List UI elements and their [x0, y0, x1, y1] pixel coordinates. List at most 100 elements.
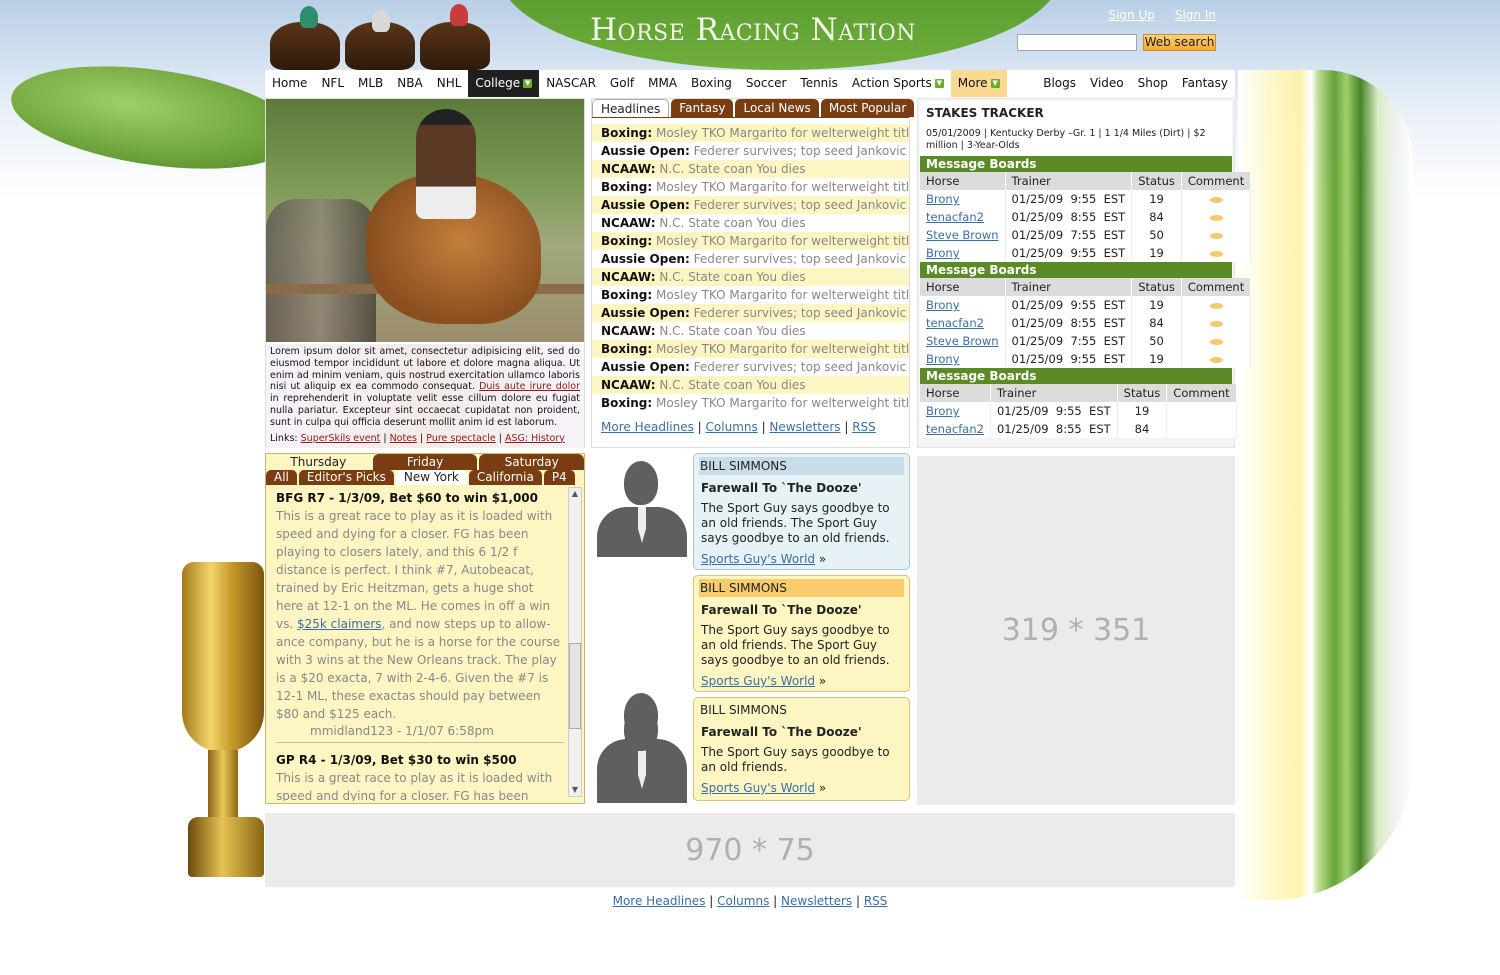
nav-soccer[interactable]: Soccer [739, 70, 793, 97]
sports-guys-world-link-text[interactable]: Sports Guy's World [701, 674, 815, 688]
headline-row[interactable]: Aussie Open: Federer survives; top seed … [592, 358, 909, 376]
tab-new-york[interactable]: New York [395, 470, 467, 485]
more-headlines-link[interactable]: More Headlines [601, 420, 694, 434]
nav-tennis[interactable]: Tennis [793, 70, 844, 97]
site-logo[interactable]: Horse Racing Nation [590, 12, 916, 48]
headline-text[interactable]: N.C. State coan You dies [659, 216, 805, 230]
comment-bubble-icon[interactable] [1209, 197, 1223, 203]
nav-boxing[interactable]: Boxing [684, 70, 739, 97]
sports-guys-world-link-text[interactable]: Sports Guy's World [701, 781, 815, 795]
nav-mma[interactable]: MMA [641, 70, 684, 97]
tab-editors-picks[interactable]: Editor's Picks [298, 470, 394, 485]
headline-row[interactable]: NCAAW: N.C. State coan You dies [592, 268, 909, 286]
footer-columns-link[interactable]: Columns [717, 894, 769, 908]
headline-row[interactable]: Boxing: Mosley TKO Margarito for welterw… [592, 178, 909, 196]
nav-fantasy[interactable]: Fantasy [1175, 70, 1235, 97]
comment-bubble-icon[interactable] [1209, 233, 1223, 239]
horse-link[interactable]: tenacfan2 [926, 316, 984, 330]
tab-fantasy[interactable]: Fantasy [671, 99, 734, 117]
sports-guys-world-link-text[interactable]: Sports Guy's World [701, 552, 815, 566]
nav-college[interactable]: College ▼ [468, 70, 540, 97]
headline-text[interactable]: Mosley TKO Margarito for welterweight ti… [656, 396, 909, 410]
featured-photo[interactable] [266, 99, 584, 342]
headline-row[interactable]: NCAAW: N.C. State coan You dies [592, 322, 909, 340]
headline-text[interactable]: Federer survives; top seed Jankovic out [694, 252, 909, 266]
headline-text[interactable]: N.C. State coan You dies [659, 270, 805, 284]
ad-placeholder-bottom[interactable]: 970 * 75 [265, 813, 1235, 887]
ad-placeholder-right[interactable]: 319 * 351 [917, 456, 1235, 805]
headline-text[interactable]: Mosley TKO Margarito for welterweight ti… [656, 288, 909, 302]
picks-scrollbar[interactable]: ▲ ▼ [568, 487, 582, 797]
footer-rss-link[interactable]: RSS [864, 894, 888, 908]
column-title[interactable]: Farewall To `The Dooze' [701, 481, 902, 495]
headline-row[interactable]: NCAAW: N.C. State coan You dies [592, 376, 909, 394]
nav-nba[interactable]: NBA [390, 70, 429, 97]
claimers-link[interactable]: $25k claimers [297, 617, 382, 631]
headline-text[interactable]: Federer survives; top seed Jankovic out [694, 360, 909, 374]
tab-saturday[interactable]: Saturday [479, 454, 585, 470]
headline-row[interactable]: Boxing: Mosley TKO Margarito for welterw… [592, 124, 909, 142]
horse-link[interactable]: Brony [926, 404, 960, 418]
link-asg-history[interactable]: ASG: History [505, 433, 565, 444]
column-title[interactable]: Farewall To `The Dooze' [701, 725, 902, 739]
nav-more[interactable]: More ▼ [950, 70, 1007, 97]
tab-headlines[interactable]: Headlines [592, 99, 670, 117]
tab-local-news[interactable]: Local News [735, 99, 819, 117]
caption-link[interactable]: Duis aute irure dolor [479, 381, 580, 392]
web-search-button[interactable]: Web search [1143, 34, 1216, 51]
headline-row[interactable]: Boxing: Mosley TKO Margarito for welterw… [592, 286, 909, 304]
newsletters-link[interactable]: Newsletters [769, 420, 840, 434]
headline-text[interactable]: Federer survives; top seed Jankovic out [694, 306, 909, 320]
tab-california[interactable]: California [468, 470, 542, 485]
rss-link[interactable]: RSS [852, 420, 876, 434]
horse-link[interactable]: tenacfan2 [926, 422, 984, 436]
tab-all[interactable]: All [266, 470, 297, 485]
headline-text[interactable]: N.C. State coan You dies [659, 162, 805, 176]
footer-more-headlines-link[interactable]: More Headlines [613, 894, 706, 908]
headline-row[interactable]: Aussie Open: Federer survives; top seed … [592, 250, 909, 268]
headline-row[interactable]: Boxing: Mosley TKO Margarito for welterw… [592, 394, 909, 412]
horse-link[interactable]: Steve Brown [926, 228, 999, 242]
tab-most-popular[interactable]: Most Popular [820, 99, 915, 117]
sign-up-link[interactable]: Sign Up [1108, 8, 1154, 22]
horse-link[interactable]: Brony [926, 192, 960, 206]
headline-text[interactable]: Federer survives; top seed Jankovic out [694, 198, 909, 212]
headline-row[interactable]: Boxing: Mosley TKO Margarito for welterw… [592, 340, 909, 358]
headline-row[interactable]: Boxing: Mosley TKO Margarito for welterw… [592, 232, 909, 250]
nav-home[interactable]: Home [265, 70, 314, 97]
scroll-up-arrow-icon[interactable]: ▲ [569, 488, 581, 500]
nav-video[interactable]: Video [1083, 70, 1131, 97]
nav-nascar[interactable]: NASCAR [539, 70, 603, 97]
headline-row[interactable]: Aussie Open: Federer survives; top seed … [592, 196, 909, 214]
sign-in-link[interactable]: Sign In [1175, 8, 1216, 22]
comment-bubble-icon[interactable] [1209, 339, 1223, 345]
comment-bubble-icon[interactable] [1209, 321, 1223, 327]
nav-golf[interactable]: Golf [603, 70, 641, 97]
nav-nfl[interactable]: NFL [314, 70, 351, 97]
headline-text[interactable]: Federer survives; top seed Jankovic out [694, 144, 909, 158]
headline-row[interactable]: NCAAW: N.C. State coan You dies [592, 214, 909, 232]
nav-shop[interactable]: Shop [1131, 70, 1175, 97]
horse-link[interactable]: Steve Brown [926, 334, 999, 348]
sports-guys-world-link[interactable]: Sports Guy's World » [701, 552, 902, 566]
nav-nhl[interactable]: NHL [430, 70, 469, 97]
tab-friday[interactable]: Friday [372, 454, 478, 470]
comment-bubble-icon[interactable] [1209, 215, 1223, 221]
columns-link[interactable]: Columns [706, 420, 758, 434]
horse-link[interactable]: Brony [926, 352, 960, 366]
headline-text[interactable]: Mosley TKO Margarito for welterweight ti… [656, 180, 909, 194]
horse-link[interactable]: Brony [926, 246, 960, 260]
search-input[interactable] [1017, 34, 1137, 51]
footer-newsletters-link[interactable]: Newsletters [781, 894, 852, 908]
sports-guys-world-link[interactable]: Sports Guy's World » [701, 674, 902, 688]
column-title[interactable]: Farewall To `The Dooze' [701, 603, 902, 617]
nav-blogs[interactable]: Blogs [1036, 70, 1083, 97]
picks-scroll-area[interactable]: BFG R7 - 1/3/09, Bet $60 to win $1,000 T… [266, 485, 584, 801]
horse-link[interactable]: tenacfan2 [926, 210, 984, 224]
sports-guys-world-link[interactable]: Sports Guy's World » [701, 781, 902, 795]
headline-text[interactable]: N.C. State coan You dies [659, 378, 805, 392]
nav-action-sports[interactable]: Action Sports ▼ [845, 70, 951, 97]
headline-text[interactable]: N.C. State coan You dies [659, 324, 805, 338]
tab-thursday[interactable]: Thursday [266, 454, 371, 470]
comment-bubble-icon[interactable] [1209, 303, 1223, 309]
